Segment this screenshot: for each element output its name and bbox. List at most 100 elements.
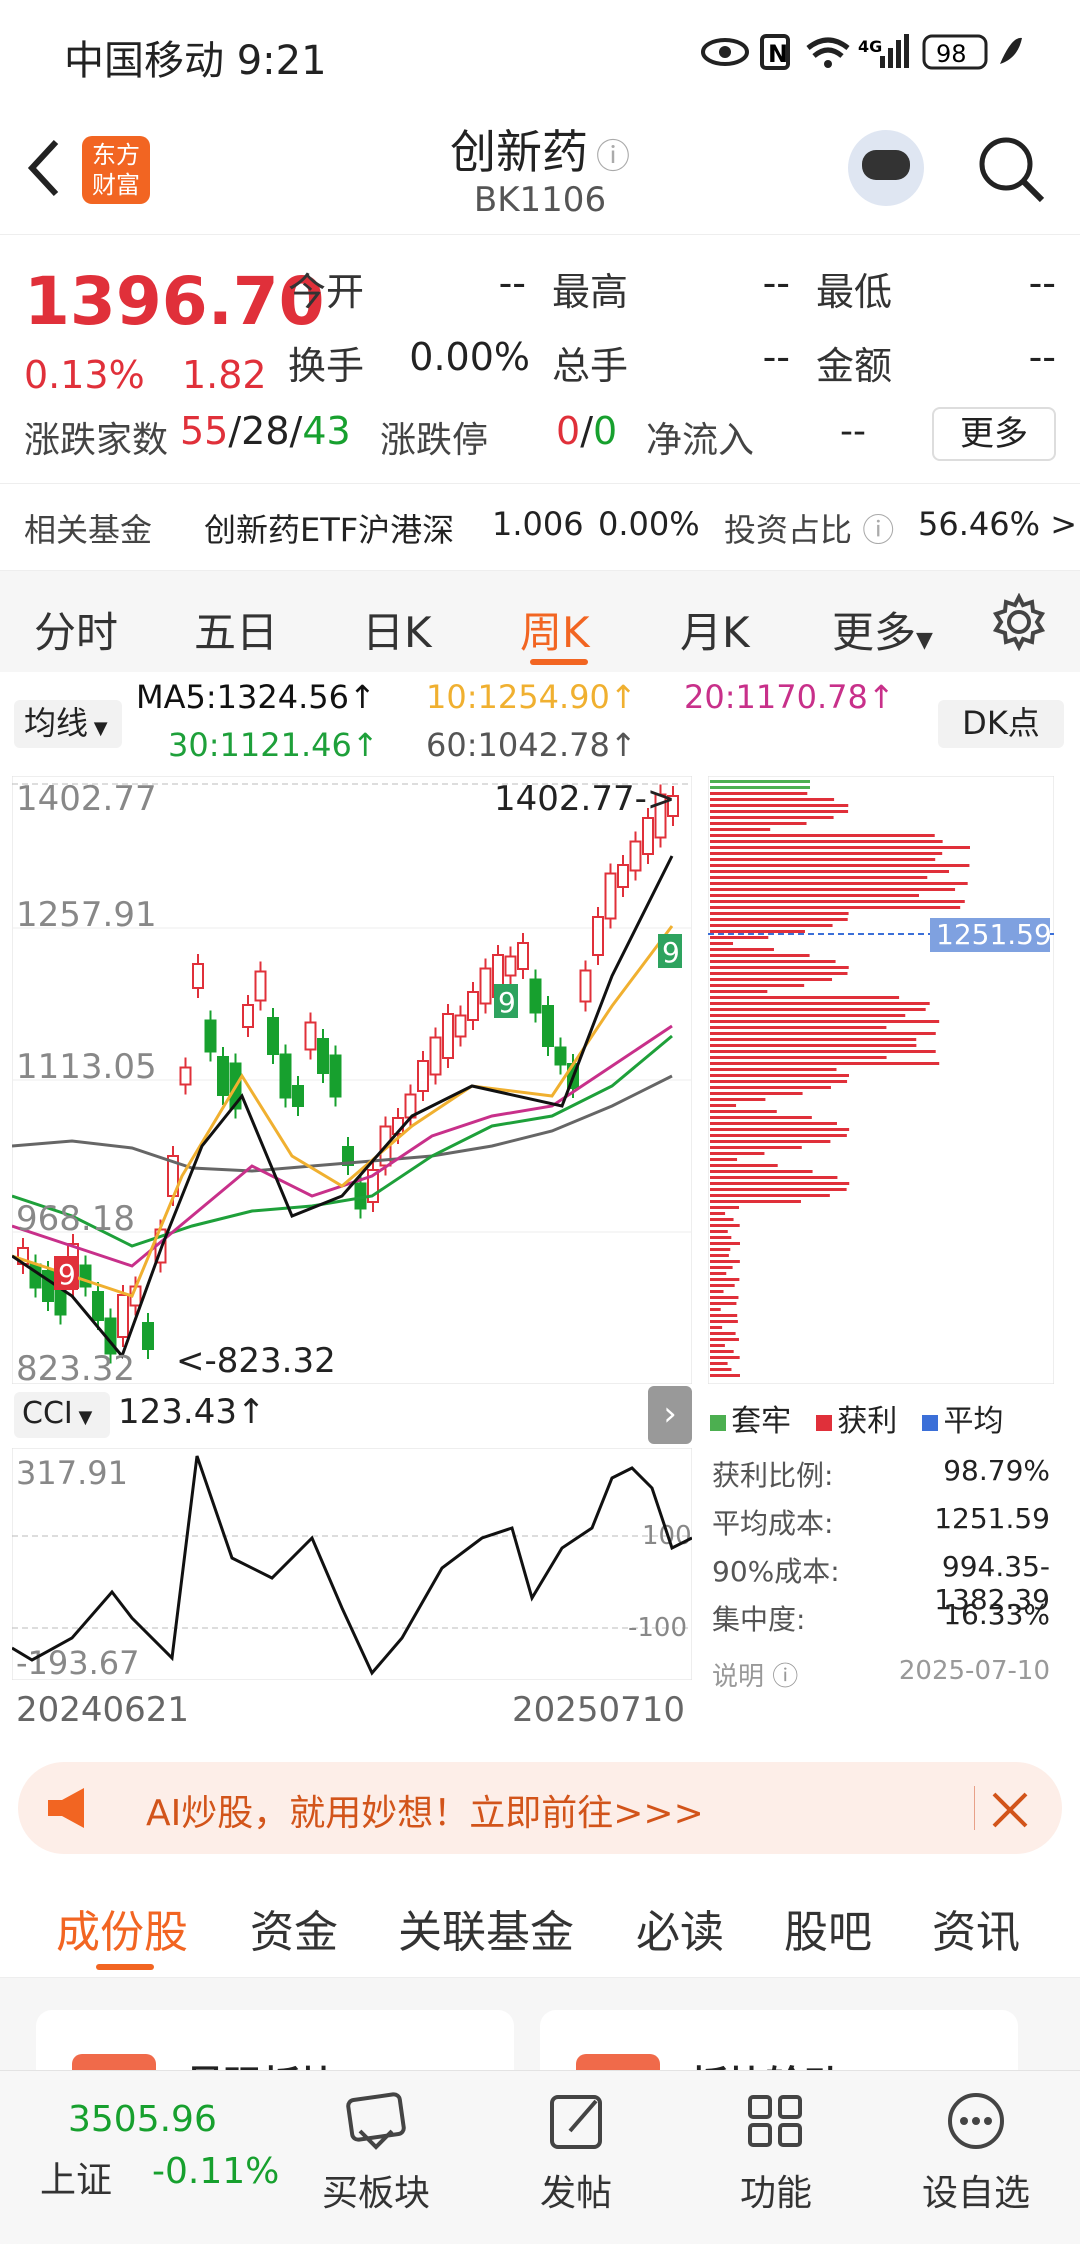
chip-bar: [710, 1026, 887, 1029]
chip-bar: [710, 1314, 738, 1317]
candle: [417, 1060, 429, 1092]
ratio-label: 投资占比 ⓘ: [724, 511, 895, 549]
chip-bar: [710, 1236, 732, 1239]
chip-distribution-chart: 1251.59: [708, 776, 1054, 1384]
chip-bar: [710, 918, 848, 921]
chip-bar: [710, 960, 836, 963]
chip-bar: [710, 1074, 850, 1077]
assistant-avatar[interactable]: [848, 130, 924, 206]
chip-bar: [710, 1362, 728, 1365]
tab-week-k[interactable]: 周K: [520, 599, 590, 660]
chip-bar: [710, 1002, 930, 1005]
chip-bar: [710, 1008, 926, 1011]
tab-five-day[interactable]: 五日: [194, 599, 278, 660]
svg-text:4G: 4G: [858, 37, 882, 56]
chip-bar: [710, 1290, 724, 1293]
close-icon[interactable]: [990, 1790, 1030, 1830]
chip-bar: [710, 1212, 726, 1215]
chip-bar: [710, 858, 936, 861]
tab-funds[interactable]: 资金: [250, 1896, 338, 1960]
candle: [642, 817, 654, 855]
tab-constituents[interactable]: 成份股: [56, 1896, 188, 1960]
chip-bar: [710, 1200, 801, 1203]
fund-price: 1.006: [492, 505, 584, 543]
svg-text:98: 98: [936, 40, 967, 68]
chip-bar: [710, 1056, 887, 1059]
stat-label: 总手: [552, 344, 629, 388]
chip-bar: [710, 846, 970, 849]
chip-bar: [710, 948, 774, 951]
expand-arrow-icon[interactable]: ›: [648, 1386, 692, 1444]
limit-label: 涨跌停: [380, 420, 489, 461]
chip-stat-label: 集中度:: [712, 1603, 806, 1636]
y-label: 823.32: [16, 1349, 135, 1384]
chip-note[interactable]: 说明 ⓘ: [712, 1656, 798, 1693]
chip-bar: [710, 1146, 802, 1149]
candle: [529, 978, 542, 1014]
chip-bar: [710, 1134, 847, 1137]
tab-timeshare[interactable]: 分时: [34, 599, 118, 660]
chip-stat-value: 1251.59: [934, 1502, 1050, 1535]
tab-news[interactable]: 资讯: [932, 1896, 1020, 1960]
fund-pct: 0.00%: [598, 505, 700, 543]
candle: [542, 1005, 554, 1047]
chip-bar: [710, 1194, 830, 1197]
tab-month-k[interactable]: 月K: [680, 599, 750, 660]
candle: [304, 1021, 317, 1051]
chip-bar: [710, 936, 769, 939]
nav-buy-sector[interactable]: 买板块: [306, 2091, 446, 2216]
nav-functions[interactable]: 功能: [706, 2091, 846, 2216]
chip-bar: [710, 1080, 848, 1083]
chip-stat-label: 90%成本:: [712, 1555, 840, 1588]
fund-name[interactable]: 创新药ETF沪港深: [204, 505, 454, 551]
chip-bar: [710, 1158, 738, 1161]
more-button[interactable]: 更多: [932, 407, 1056, 461]
dk-point-button[interactable]: DK点: [938, 700, 1064, 748]
tab-forum[interactable]: 股吧: [784, 1896, 872, 1960]
nav-add-watchlist[interactable]: 设自选: [906, 2091, 1046, 2216]
tab-must-read[interactable]: 必读: [636, 1896, 724, 1960]
content-tabs: 成份股 资金 关联基金 必读 股吧 资讯: [0, 1868, 1080, 1978]
chip-bar: [710, 1284, 735, 1287]
chip-bar: [710, 912, 849, 915]
candle: [429, 1036, 442, 1076]
ai-banner[interactable]: AI炒股，就用妙想！立即前往>>>: [18, 1762, 1062, 1854]
ratio-value[interactable]: 56.46% >: [918, 505, 1077, 543]
chip-bar: [710, 1230, 728, 1233]
kline-chart[interactable]: 1402.77 1257.91 1113.05 968.18 823.32 14…: [12, 776, 692, 1384]
index-pct[interactable]: -0.11%: [152, 2151, 279, 2192]
page-header: 东方财富 创新药 ⓘ BK1106: [0, 100, 1080, 235]
candle: [217, 1056, 229, 1096]
candle: [92, 1291, 104, 1321]
carrier-time: 中国移动 9:21: [64, 38, 327, 84]
chip-bar: [710, 1296, 739, 1299]
index-name[interactable]: 上证: [40, 2151, 112, 2203]
limit-counts: 0/0: [556, 409, 618, 453]
indicator-select[interactable]: 均线 ▼: [14, 700, 122, 748]
avg-cost-label: 1251.59: [936, 918, 1052, 951]
chip-bar: [710, 1350, 734, 1353]
candle: [517, 942, 529, 970]
nav-post[interactable]: 发帖: [506, 2091, 646, 2216]
tab-day-k[interactable]: 日K: [362, 599, 432, 660]
chip-bar: [710, 1032, 936, 1035]
help-icon[interactable]: ⓘ: [862, 511, 894, 549]
stat-value: 0.00%: [409, 335, 530, 379]
candle: [192, 963, 204, 989]
chip-bar: [710, 1020, 940, 1023]
svg-text:-100: -100: [628, 1613, 687, 1643]
chip-bar: [710, 882, 968, 885]
tab-more[interactable]: 更多▼: [832, 599, 933, 660]
active-tab-indicator: [530, 659, 588, 665]
index-value[interactable]: 3505.96: [68, 2099, 217, 2140]
cci-chart[interactable]: 317.91 -193.67 100 -100: [12, 1448, 692, 1680]
settings-gear-icon[interactable]: [990, 593, 1048, 651]
chip-bar: [710, 1182, 850, 1185]
info-icon[interactable]: ⓘ: [596, 137, 630, 177]
chip-bar: [710, 1218, 734, 1221]
tab-related-funds[interactable]: 关联基金: [398, 1896, 574, 1960]
cci-select[interactable]: CCI ▼: [14, 1392, 110, 1438]
chip-bar: [710, 798, 835, 801]
banner-text: AI炒股，就用妙想！立即前往>>>: [146, 1793, 704, 1834]
search-icon[interactable]: [976, 134, 1046, 204]
